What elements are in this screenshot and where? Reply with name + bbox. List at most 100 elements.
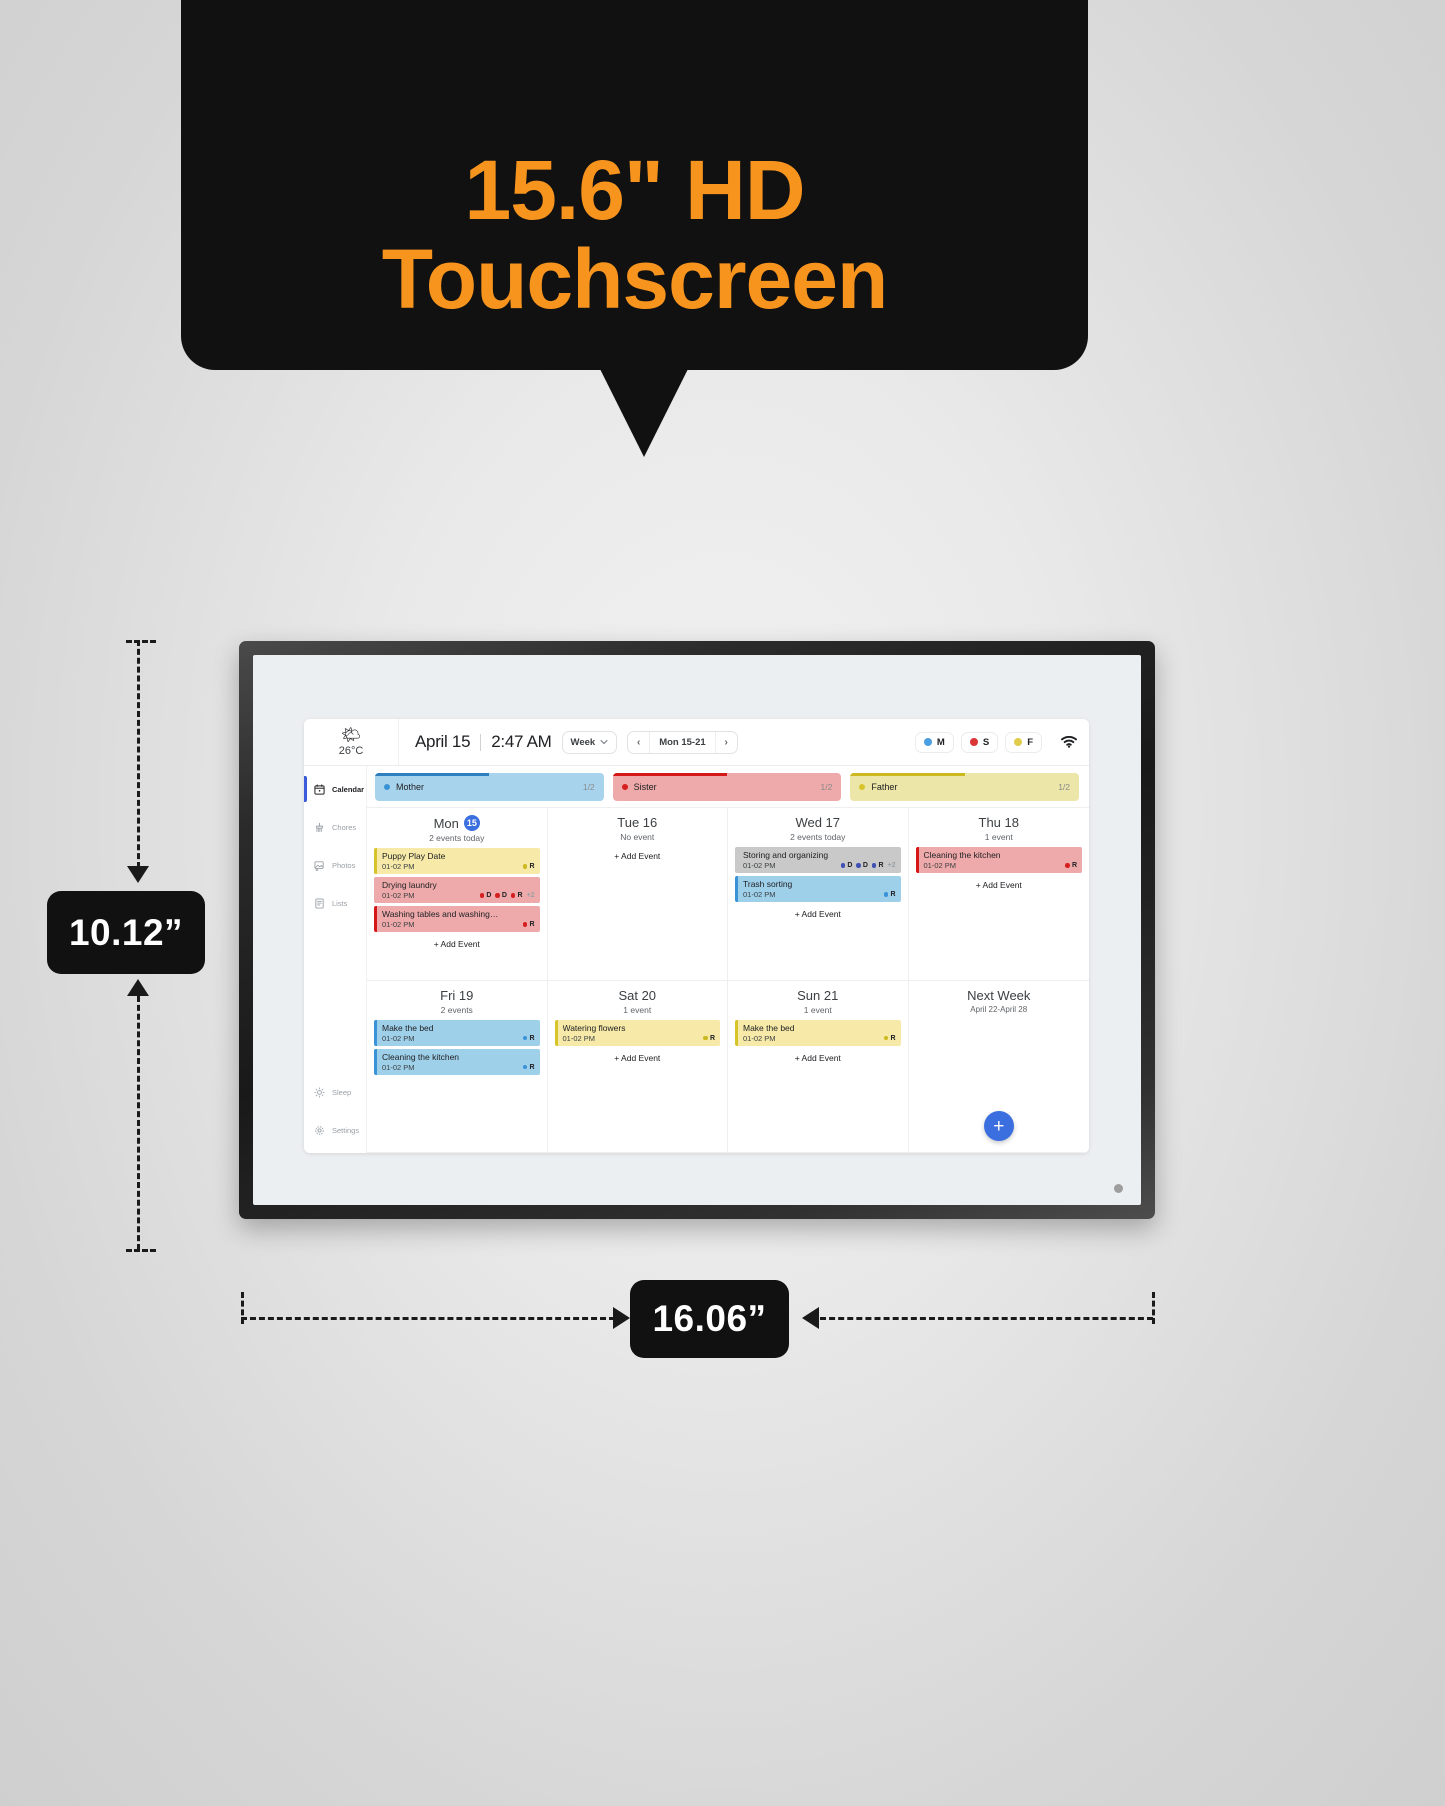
sidebar-item-photos[interactable]: Photos	[304, 846, 366, 884]
event-card[interactable]: Puppy Play Date 01-02 PM R	[374, 848, 540, 874]
assignee-label: D	[486, 892, 492, 899]
event-card[interactable]: Trash sorting 01-02 PM R	[735, 876, 901, 902]
event-meta: 01-02 PM R	[743, 1034, 896, 1043]
event-time: 01-02 PM	[382, 862, 415, 871]
day-cell-fri-19[interactable]: Fri 19 2 events Make the bed 01-02 PM R	[367, 980, 548, 1153]
add-event-button[interactable]: + Add Event	[735, 1049, 901, 1065]
next-week-button[interactable]: ›	[716, 732, 737, 753]
today-badge: 15	[463, 815, 480, 831]
progress-card-father[interactable]: Father 1/2	[850, 773, 1080, 801]
add-event-button[interactable]: + Add Event	[735, 905, 901, 921]
week-grid: Mon 15 2 events today Puppy Play Date 01…	[367, 807, 1089, 1153]
assignee-tag: R	[871, 862, 884, 869]
event-assignees: R	[703, 1035, 715, 1042]
member-color-dot	[859, 784, 866, 790]
day-cell-sun-21[interactable]: Sun 21 1 event Make the bed 01-02 PM R +…	[728, 980, 909, 1153]
progress-member-name: Sister	[633, 782, 657, 792]
day-cell-thu-18[interactable]: Thu 18 1 event Cleaning the kitchen 01-0…	[908, 808, 1089, 981]
day-subtitle: 2 events today	[429, 833, 485, 843]
assignee-dot	[703, 1035, 708, 1041]
event-card[interactable]: Watering flowers 01-02 PM R	[554, 1019, 720, 1046]
sidebar-item-settings[interactable]: Settings	[304, 1111, 366, 1149]
event-title: Watering flowers	[562, 1022, 626, 1033]
event-title: Puppy Play Date	[382, 851, 446, 861]
event-card[interactable]: Drying laundry 01-02 PM D D R +2	[374, 877, 540, 903]
assignee-label: R	[517, 892, 523, 899]
gear-icon	[313, 1124, 326, 1137]
day-subtitle: 1 event	[984, 832, 1013, 842]
assignee-tag: R	[703, 1035, 715, 1042]
event-card[interactable]: Cleaning the kitchen 01-02 PM R	[374, 1048, 540, 1075]
event-meta: 01-02 PM R	[382, 1063, 535, 1072]
assignee-overflow: +2	[887, 862, 896, 869]
day-title: Sun 21	[797, 987, 839, 1003]
next-week-title: Next Week	[967, 987, 1031, 1003]
progress-card-mother[interactable]: Mother 1/2	[375, 773, 604, 801]
assignee-label: R	[529, 1063, 535, 1071]
day-header: Tue 16	[555, 815, 721, 830]
event-card[interactable]: Cleaning the kitchen 01-02 PM R	[915, 847, 1082, 873]
app-body: Calendar Chores Photos Lists Sleep Setti…	[304, 766, 1089, 1153]
assignee-label: R	[529, 921, 535, 928]
day-subtitle: 2 events	[440, 1004, 473, 1015]
add-event-button[interactable]: + Add Event	[916, 876, 1083, 892]
photo-add-icon	[313, 859, 326, 872]
event-meta: 01-02 PM R	[563, 1034, 716, 1043]
add-event-fab[interactable]: +	[983, 1111, 1014, 1141]
event-meta: 01-02 PM R	[743, 890, 896, 899]
event-time: 01-02 PM	[562, 1033, 596, 1043]
event-card[interactable]: Make the bed 01-02 PM R	[735, 1019, 901, 1046]
assignee-dot	[522, 1064, 528, 1070]
day-cell-tue-16[interactable]: Tue 16 No event + Add Event	[547, 808, 728, 981]
day-header: Sat 20	[555, 988, 721, 1003]
day-cell-sat-20[interactable]: Sat 20 1 event Watering flowers 01-02 PM…	[547, 980, 728, 1153]
day-subtitle: 1 event	[803, 1004, 832, 1015]
day-cell-wed-17[interactable]: Wed 17 2 events today Storing and organi…	[728, 808, 909, 981]
assignee-tag: R	[883, 891, 896, 898]
width-dim-line-left	[241, 1317, 615, 1320]
assignee-dot	[522, 1035, 528, 1041]
progress-card-sister[interactable]: Sister 1/2	[612, 773, 842, 801]
sidebar-item-calendar[interactable]: Calendar	[304, 770, 366, 808]
tablet-screen: 🌤 26°C April 15 2:47 AM Week ‹ Mon 15-21…	[253, 655, 1141, 1205]
tablet-device-frame: 🌤 26°C April 15 2:47 AM Week ‹ Mon 15-21…	[239, 641, 1155, 1219]
member-progress-row: Mother 1/2 Sister 1/2 Father 1/2	[367, 766, 1089, 807]
list-icon	[313, 897, 326, 910]
event-card[interactable]: Washing tables and washing… 01-02 PM R	[374, 906, 540, 932]
member-chip-label: M	[936, 736, 945, 748]
event-card[interactable]: Make the bed 01-02 PM R	[374, 1019, 540, 1046]
weather-widget[interactable]: 🌤 26°C	[304, 719, 399, 765]
assignee-tag: D	[856, 862, 868, 869]
sidebar-item-lists[interactable]: Lists	[304, 884, 366, 922]
assignee-tag: R	[883, 1035, 896, 1042]
sidebar-item-chores[interactable]: Chores	[304, 808, 366, 846]
member-chip-father[interactable]: F	[1005, 731, 1042, 753]
event-meta: 01-02 PM R	[382, 1034, 535, 1043]
progress-member-name: Father	[871, 782, 898, 792]
day-header: Fri 19	[374, 988, 540, 1003]
assignee-tag: D	[479, 892, 492, 899]
assignee-tag: R	[522, 1063, 535, 1071]
view-selector[interactable]: Week	[561, 730, 618, 754]
progress-bar-fill	[375, 773, 490, 776]
event-assignees: R	[1065, 862, 1077, 869]
assignee-label: R	[1071, 862, 1077, 869]
progress-bar-fill	[850, 773, 965, 776]
day-cell-next-week[interactable]: Next Week April 22-April 28 +	[908, 981, 1089, 1153]
add-event-button[interactable]: + Add Event	[374, 935, 540, 951]
member-chip-sister[interactable]: S	[960, 731, 999, 753]
add-event-button[interactable]: + Add Event	[555, 847, 721, 863]
add-event-button[interactable]: + Add Event	[555, 1049, 721, 1065]
day-cell-mon-15[interactable]: Mon 15 2 events today Puppy Play Date 01…	[367, 808, 548, 981]
assignee-dot	[840, 863, 846, 868]
event-card[interactable]: Storing and organizing 01-02 PM D D R +2	[735, 847, 901, 873]
event-assignees: R	[522, 1035, 535, 1042]
assignee-tag: D	[495, 892, 507, 899]
member-chip-mother[interactable]: M	[914, 731, 954, 753]
day-subtitle: 2 events today	[790, 832, 846, 842]
sidebar-item-label: Chores	[332, 822, 357, 832]
assignee-dot	[883, 1035, 889, 1041]
sidebar-item-sleep[interactable]: Sleep	[304, 1073, 366, 1111]
member-color-dot	[1014, 738, 1023, 746]
prev-week-button[interactable]: ‹	[628, 732, 649, 753]
